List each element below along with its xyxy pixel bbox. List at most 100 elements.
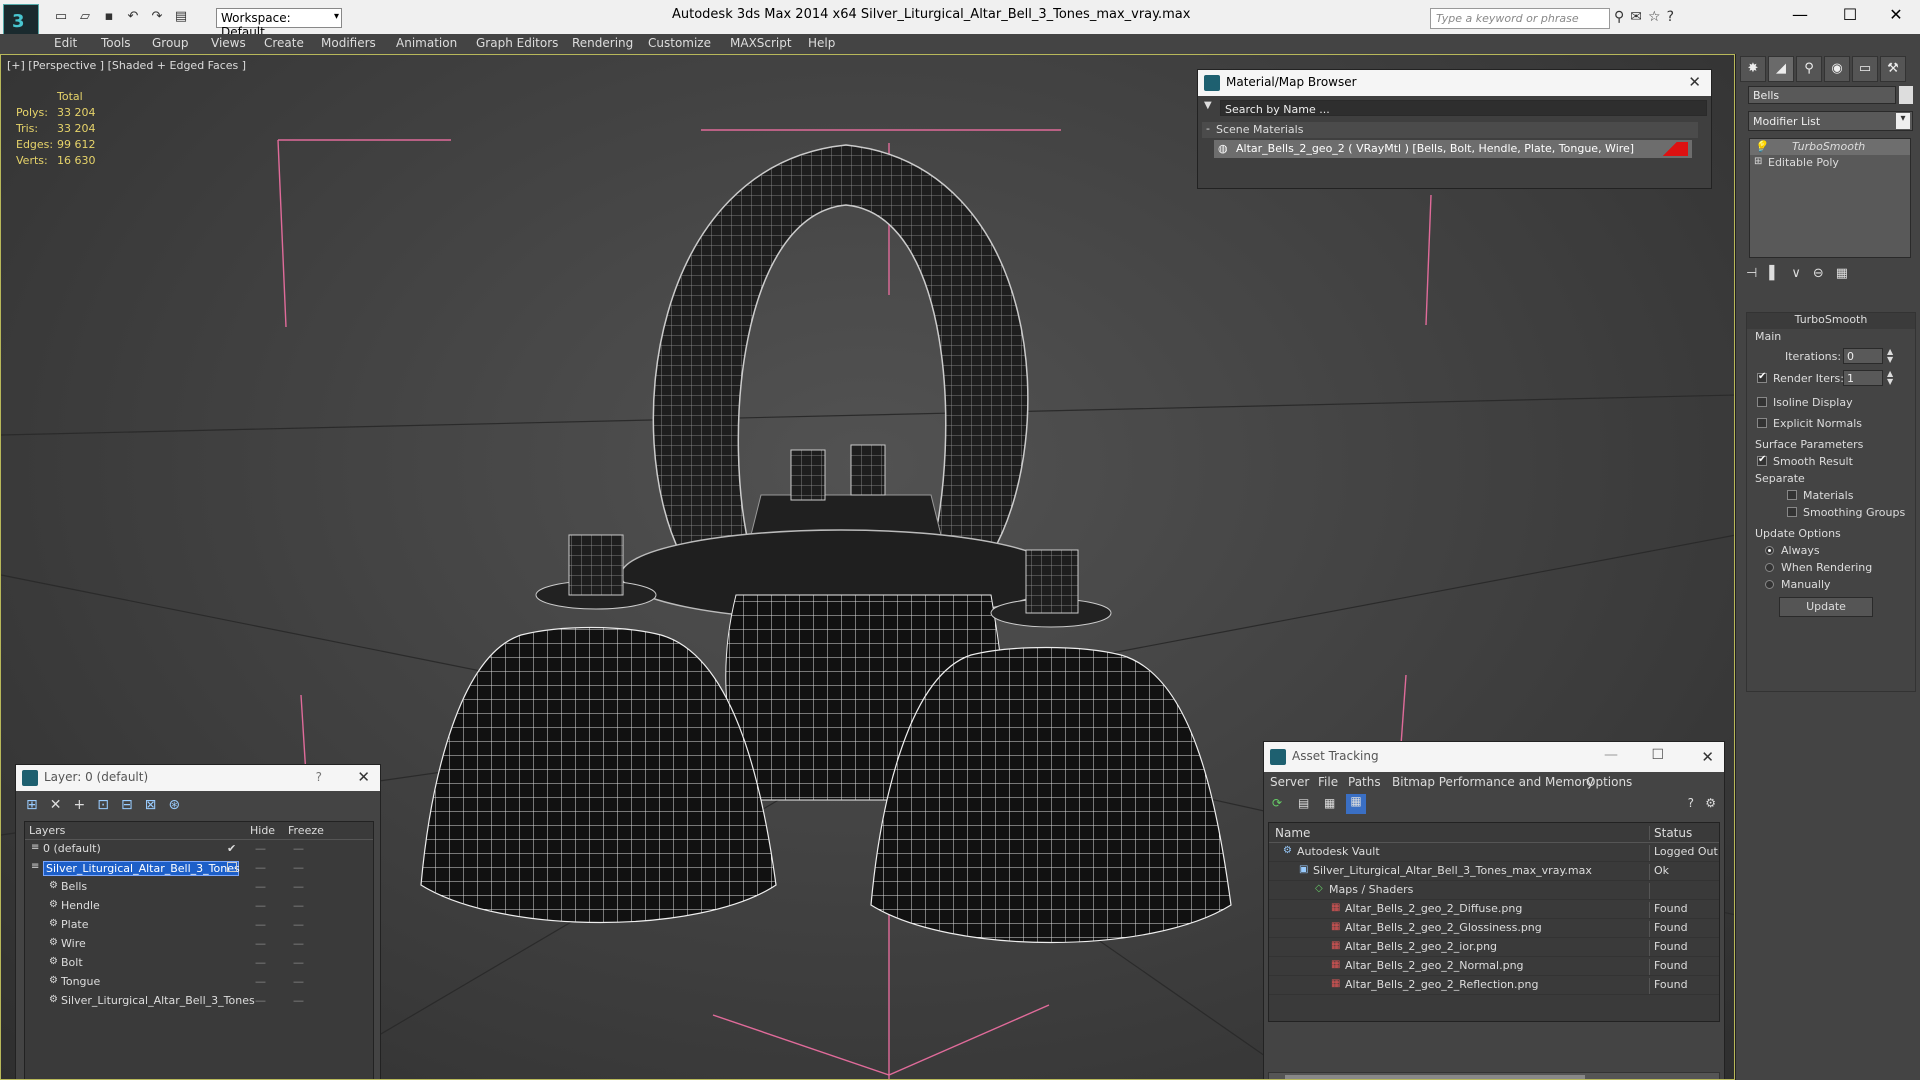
render-iters-checkbox[interactable] — [1757, 371, 1767, 383]
list-view-icon[interactable]: ▤ — [1298, 796, 1309, 810]
column-status[interactable]: Status — [1649, 826, 1692, 840]
new-file-icon[interactable]: ▭ — [52, 8, 70, 26]
pin-stack-icon[interactable]: ⊣ — [1746, 266, 1757, 281]
freeze-toggle[interactable]: — — [293, 918, 304, 931]
menu-create[interactable]: Create — [264, 36, 304, 50]
layer-row[interactable]: ⚙ Bells — — — [25, 878, 373, 897]
thumbnail-view-icon[interactable]: ▦ — [1324, 796, 1335, 810]
freeze-toggle[interactable]: — — [293, 994, 304, 1007]
utilities-tab-icon[interactable]: ⚒ — [1880, 56, 1906, 82]
asset-row[interactable]: ▦ Altar_Bells_2_geo_2_ior.png Found — [1269, 938, 1719, 957]
search-input[interactable]: Type a keyword or phrase — [1430, 8, 1610, 29]
hide-toggle[interactable]: — — [255, 861, 266, 874]
maximize-button[interactable]: ☐ — [1830, 5, 1870, 24]
active-layer-check-icon[interactable]: ✔ — [227, 842, 236, 855]
make-unique-icon[interactable]: ∨ — [1791, 266, 1801, 281]
column-freeze[interactable]: Freeze — [288, 824, 324, 837]
hide-toggle[interactable]: — — [255, 994, 266, 1007]
select-objects-icon[interactable]: ⊡ — [97, 797, 109, 813]
hide-toggle[interactable]: — — [255, 880, 266, 893]
update-button[interactable]: Update — [1779, 597, 1873, 617]
asset-tracking-titlebar[interactable]: Asset Tracking — ☐ ✕ — [1264, 742, 1724, 772]
menu-paths[interactable]: Paths — [1348, 775, 1381, 789]
menu-views[interactable]: Views — [211, 36, 246, 50]
column-hide[interactable]: Hide — [250, 824, 275, 837]
highlight-layer-icon[interactable]: ⊟ — [121, 797, 133, 813]
menu-edit[interactable]: Edit — [54, 36, 77, 50]
rollout-header[interactable]: TurboSmooth — [1747, 313, 1915, 329]
manually-radio[interactable] — [1765, 580, 1774, 589]
help-icon[interactable]: ? — [1688, 796, 1694, 810]
freeze-all-icon[interactable]: ⊛ — [168, 797, 180, 813]
vault-settings-icon[interactable]: ⚙ — [1705, 796, 1716, 810]
asset-row[interactable]: ▦ Altar_Bells_2_geo_2_Normal.png Found — [1269, 957, 1719, 976]
binoculars-icon[interactable]: ⚲ — [1614, 9, 1624, 25]
object-color-swatch[interactable] — [1899, 86, 1913, 104]
redo-icon[interactable]: ↷ — [148, 8, 166, 26]
freeze-toggle[interactable]: — — [293, 880, 304, 893]
minimize-button[interactable]: — — [1604, 747, 1618, 763]
layer-row[interactable]: ≡ 0 (default) ✔ — — — [25, 840, 373, 859]
freeze-toggle[interactable]: — — [293, 937, 304, 950]
asset-row[interactable]: ▦ Altar_Bells_2_geo_2_Diffuse.png Found — [1269, 900, 1719, 919]
menu-bitmap-performance[interactable]: Bitmap Performance and Memory — [1392, 775, 1594, 789]
set-active-layer-icon[interactable] — [227, 862, 237, 872]
modify-tab-icon[interactable]: ◢ — [1768, 56, 1794, 82]
maximize-button[interactable]: ☐ — [1651, 747, 1664, 763]
menu-customize[interactable]: Customize — [648, 36, 711, 50]
isoline-checkbox[interactable] — [1757, 397, 1767, 407]
save-icon[interactable]: ▪ — [100, 8, 118, 26]
hide-toggle[interactable]: — — [255, 937, 266, 950]
lightbulb-icon[interactable]: 💡 — [1754, 140, 1768, 153]
delete-layer-icon[interactable]: ✕ — [50, 797, 62, 813]
layer-row[interactable]: ⚙ Tongue — — — [25, 973, 373, 992]
freeze-toggle[interactable]: — — [293, 899, 304, 912]
asset-row[interactable]: ▦ Altar_Bells_2_geo_2_Reflection.png Found — [1269, 976, 1719, 995]
stack-item-editable-poly[interactable]: ⊞ Editable Poly — [1750, 155, 1910, 171]
freeze-toggle[interactable]: — — [293, 861, 304, 874]
menu-help[interactable]: Help — [808, 36, 835, 50]
perspective-viewport[interactable]: [+] [Perspective ] [Shaded + Edged Faces… — [0, 54, 1735, 1080]
close-icon[interactable]: ✕ — [1701, 748, 1714, 766]
freeze-toggle[interactable]: — — [293, 975, 304, 988]
favorites-icon[interactable]: ☆ — [1648, 9, 1661, 25]
motion-tab-icon[interactable]: ◉ — [1824, 56, 1850, 82]
menu-animation[interactable]: Animation — [396, 36, 457, 50]
configure-sets-icon[interactable]: ▦ — [1836, 266, 1848, 281]
menu-graph-editors[interactable]: Graph Editors — [476, 36, 558, 50]
create-layer-icon[interactable]: ⊞ — [26, 797, 38, 813]
spinner-arrows-icon[interactable]: ▲ ▼ — [1887, 370, 1893, 386]
materials-checkbox[interactable] — [1787, 490, 1797, 500]
hide-toggle[interactable]: — — [255, 842, 266, 855]
communication-icon[interactable]: ✉ — [1630, 9, 1642, 25]
hide-toggle[interactable]: — — [255, 899, 266, 912]
layer-panel-titlebar[interactable]: Layer: 0 (default) ? ✕ — [16, 765, 380, 791]
always-radio[interactable] — [1765, 546, 1774, 555]
material-search-input[interactable]: Search by Name ... — [1220, 100, 1707, 116]
column-layers[interactable]: Layers — [29, 824, 65, 837]
object-name-field[interactable]: Bells — [1748, 86, 1896, 104]
create-tab-icon[interactable]: ✸ — [1740, 56, 1766, 82]
close-icon[interactable]: ✕ — [357, 768, 370, 786]
asset-row[interactable]: ⚙ Autodesk Vault Logged Out — [1269, 843, 1719, 862]
freeze-toggle[interactable]: — — [293, 842, 304, 855]
render-iters-spinner[interactable]: 1 — [1843, 370, 1883, 386]
layer-row[interactable]: ≡ Silver_Liturgical_Altar_Bell_3_Tones — — — [25, 859, 373, 878]
explicit-normals-checkbox[interactable] — [1757, 418, 1767, 428]
display-tab-icon[interactable]: ▭ — [1852, 56, 1878, 82]
scene-materials-header[interactable]: - Scene Materials — [1202, 122, 1698, 138]
add-to-layer-icon[interactable]: + — [73, 797, 85, 813]
help-button[interactable]: ? — [316, 770, 322, 784]
when-rendering-radio[interactable] — [1765, 563, 1774, 572]
hide-toggle[interactable]: — — [255, 918, 266, 931]
table-view-icon[interactable]: ▦ — [1346, 794, 1366, 814]
remove-modifier-icon[interactable]: ⊖ — [1813, 266, 1824, 281]
material-browser-titlebar[interactable]: Material/Map Browser ✕ — [1198, 70, 1711, 96]
menu-file[interactable]: File — [1318, 775, 1338, 789]
column-name[interactable]: Name — [1275, 826, 1310, 840]
hierarchy-tab-icon[interactable]: ⚲ — [1796, 56, 1822, 82]
asset-row[interactable]: ◇ Maps / Shaders — [1269, 881, 1719, 900]
smoothing-groups-checkbox[interactable] — [1787, 507, 1797, 517]
close-icon[interactable]: ✕ — [1688, 73, 1701, 91]
layer-row[interactable]: ⚙ Plate — — — [25, 916, 373, 935]
